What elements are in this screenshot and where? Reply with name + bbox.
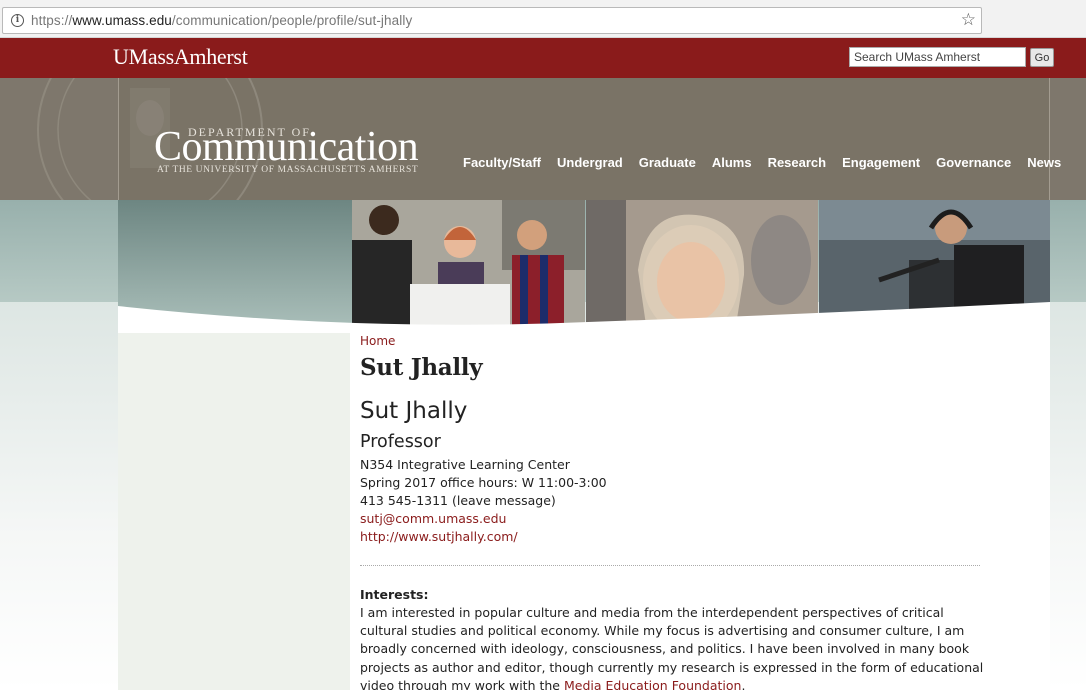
nav-news[interactable]: News (1027, 155, 1061, 170)
info-icon[interactable]: i (11, 14, 24, 27)
media-education-foundation-link[interactable]: Media Education Foundation (564, 678, 742, 690)
email-link[interactable]: sutj@comm.umass.edu (360, 511, 506, 526)
nav-graduate[interactable]: Graduate (639, 155, 696, 170)
go-button[interactable]: Go (1030, 48, 1054, 67)
nav-undergrad[interactable]: Undergrad (557, 155, 623, 170)
nav-alums[interactable]: Alums (712, 155, 752, 170)
phone-number: 413 545-1311 (leave message) (360, 493, 556, 508)
nav-engagement[interactable]: Engagement (842, 155, 920, 170)
nav-faculty-staff[interactable]: Faculty/Staff (463, 155, 541, 170)
interests-label: Interests: (360, 587, 429, 602)
divider (360, 565, 980, 566)
person-name: Sut Jhally (360, 398, 468, 424)
main-nav: Faculty/Staff Undergrad Graduate Alums R… (463, 155, 1061, 170)
left-sidebar (118, 333, 350, 690)
bookmark-star-icon[interactable]: ☆ (961, 10, 976, 30)
website-link[interactable]: http://www.sutjhally.com/ (360, 529, 518, 544)
page-title: Sut Jhally (360, 354, 483, 381)
nav-research[interactable]: Research (768, 155, 827, 170)
interests-text: I am interested in popular culture and m… (360, 604, 985, 690)
interests-end: . (741, 677, 746, 690)
office-hours: Spring 2017 office hours: W 11:00-3:00 (360, 475, 607, 490)
url-text[interactable]: https://www.umass.edu/communication/peop… (31, 13, 412, 28)
office-location: N354 Integrative Learning Center (360, 457, 570, 472)
umass-logo[interactable]: UMassAmherst (113, 44, 248, 70)
umass-top-bar: UMassAmherst Go (0, 38, 1086, 78)
url-host: www.umass.edu (72, 13, 172, 28)
breadcrumb-home[interactable]: Home (360, 334, 395, 348)
nav-governance[interactable]: Governance (936, 155, 1011, 170)
search-input[interactable] (849, 47, 1026, 67)
department-logo[interactable]: Communication (154, 123, 419, 171)
url-prefix: https:// (31, 13, 73, 28)
browser-toolbar: i https://www.umass.edu/communication/pe… (0, 0, 1086, 38)
address-bar[interactable]: i https://www.umass.edu/communication/pe… (2, 7, 982, 34)
dept-subtitle: AT THE UNIVERSITY OF MASSACHUSETTS AMHER… (157, 165, 419, 175)
person-role: Professor (360, 432, 441, 452)
url-path: /communication/people/profile/sut-jhally (171, 13, 413, 28)
